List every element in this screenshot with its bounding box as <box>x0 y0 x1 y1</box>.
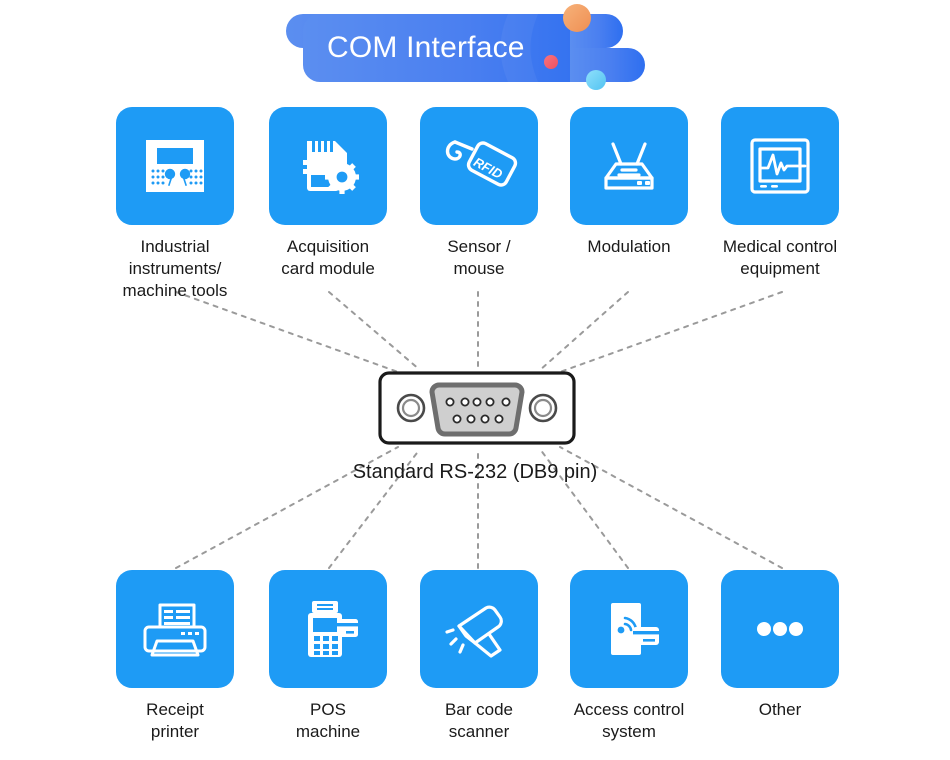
memory-card-gear-icon <box>303 141 359 194</box>
diagram-canvas: COM Interface Industrial instruments/ ma… <box>0 0 950 760</box>
tile-industrial-instruments[interactable] <box>116 107 234 225</box>
node-label: Bar code scanner <box>444 700 514 741</box>
node-label: Industrial instruments/ machine tools <box>122 237 228 300</box>
access-control-reader-icon <box>611 603 659 655</box>
tile-barcode-scanner[interactable] <box>420 570 538 688</box>
d-shell <box>429 382 525 437</box>
pos-terminal-icon <box>308 601 358 657</box>
line-top-1 <box>175 291 399 373</box>
node-label: Sensor / mouse <box>447 237 511 278</box>
tile-other[interactable] <box>721 570 839 688</box>
node-label: Access control system <box>573 700 685 741</box>
router-modem-icon <box>604 142 654 190</box>
node-sensor-mouse[interactable]: RFID Sensor / mouse <box>399 107 559 280</box>
page-title: COM Interface <box>327 31 525 64</box>
node-label: Receipt printer <box>146 700 204 741</box>
db9-connector <box>378 371 576 445</box>
medical-monitor-icon <box>750 138 810 194</box>
center-caption: Standard RS-232 (DB9 pin) <box>352 461 598 483</box>
node-industrial-instruments[interactable]: Industrial instruments/ machine tools <box>95 107 255 302</box>
title-banner: COM Interface <box>270 2 949 94</box>
node-access-control[interactable]: Access control system <box>549 570 709 743</box>
node-label: Other <box>758 700 802 719</box>
rfid-tag-icon: RFID <box>445 140 518 187</box>
instrument-panel-icon <box>146 140 204 192</box>
node-pos-machine[interactable]: POS machine <box>248 570 408 743</box>
tile-receipt-printer[interactable] <box>116 570 234 688</box>
node-other[interactable]: Other <box>700 570 860 721</box>
node-label: Modulation <box>587 237 671 256</box>
line-top-2 <box>328 291 421 371</box>
node-label: Acquisition card module <box>281 237 375 278</box>
node-receipt-printer[interactable]: Receipt printer <box>95 570 255 743</box>
barcode-scanner-icon <box>445 605 503 658</box>
node-label: POS machine <box>295 700 361 741</box>
node-acquisition-card[interactable]: Acquisition card module <box>248 107 408 280</box>
db9-connector-shape <box>378 371 576 445</box>
node-modulation[interactable]: Modulation <box>549 107 709 258</box>
node-label: Medical control equipment <box>722 237 838 278</box>
ellipsis-icon <box>757 622 803 636</box>
printer-icon <box>143 603 207 657</box>
tile-acquisition-card[interactable] <box>269 107 387 225</box>
tile-modulation[interactable] <box>570 107 688 225</box>
tile-medical-control[interactable] <box>721 107 839 225</box>
node-barcode-scanner[interactable]: Bar code scanner <box>399 570 559 743</box>
node-medical-control[interactable]: Medical control equipment <box>700 107 860 280</box>
tile-access-control[interactable] <box>570 570 688 688</box>
tile-sensor-mouse[interactable]: RFID <box>420 107 538 225</box>
tile-pos-machine[interactable] <box>269 570 387 688</box>
line-top-5 <box>559 291 783 373</box>
line-top-4 <box>539 291 629 371</box>
